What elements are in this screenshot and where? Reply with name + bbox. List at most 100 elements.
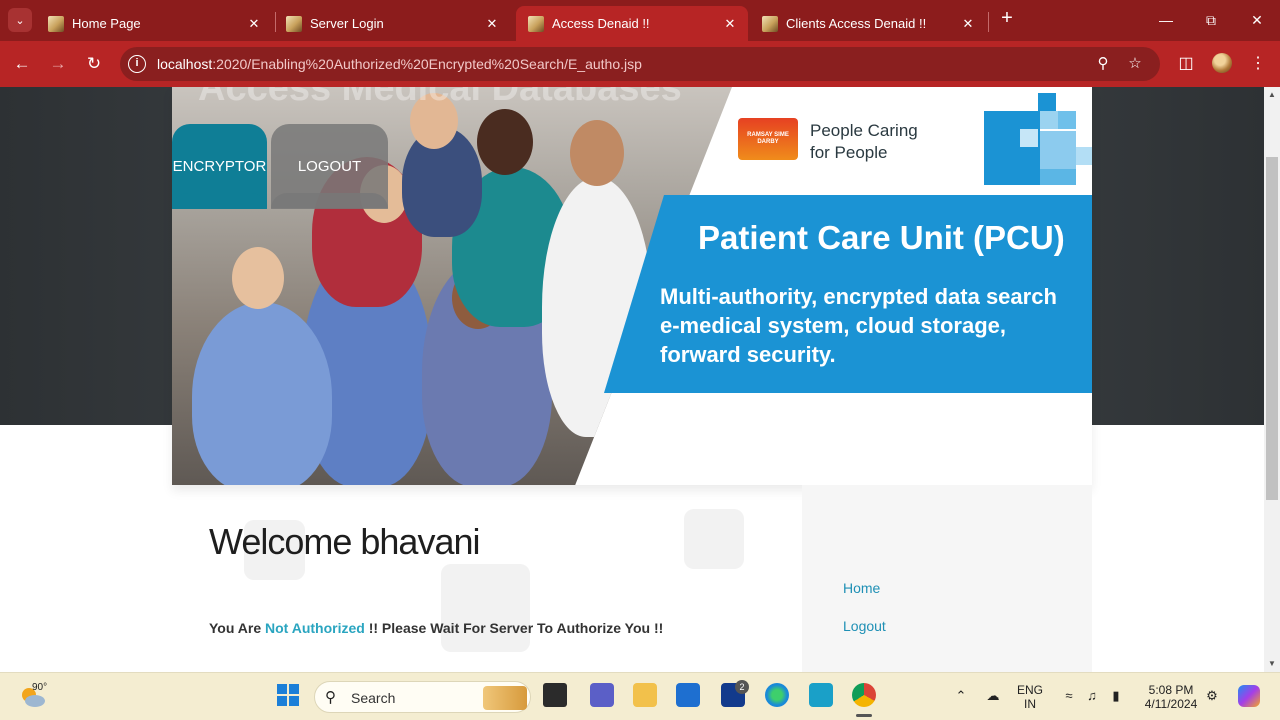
lang-line-2: IN: [1024, 697, 1036, 711]
banner-tagline: People Caring for People: [810, 120, 918, 164]
tab-favicon-icon: [48, 15, 64, 32]
tab-title: Home Page: [72, 16, 141, 31]
tagline-line-1: People Caring: [810, 121, 918, 140]
copilot-icon[interactable]: [1238, 685, 1260, 707]
key-icon[interactable]: ⚲: [1093, 54, 1113, 74]
profile-avatar[interactable]: [1212, 53, 1232, 73]
clock-time: 5:08 PM: [1148, 683, 1194, 697]
close-icon[interactable]: ✕: [720, 14, 740, 34]
tab-favicon-icon: [762, 15, 778, 32]
browser-toolbar: ← → ↻ i localhost:2020/Enabling%20Author…: [0, 41, 1280, 87]
close-icon[interactable]: ✕: [482, 14, 502, 34]
reload-button[interactable]: ↻: [80, 50, 108, 78]
back-button[interactable]: ←: [8, 50, 36, 78]
scrollbar-thumb[interactable]: [1266, 157, 1278, 500]
encryptor-label: ENCRYPTOR: [172, 157, 267, 175]
address-bar[interactable]: i localhost:2020/Enabling%20Authorized%2…: [120, 47, 1160, 81]
store-icon[interactable]: [676, 683, 700, 707]
edge-icon[interactable]: [765, 683, 789, 707]
volume-icon[interactable]: ♫: [1083, 687, 1101, 705]
notice-suffix: !! Please Wait For Server To Authorize Y…: [364, 620, 664, 636]
tab-favicon-icon: [286, 15, 302, 32]
reload-icon: ↻: [86, 54, 102, 73]
notice-highlight: Not Authorized: [265, 620, 365, 636]
tab-title: Access Denaid !!: [552, 16, 650, 31]
logout-tab-edge: [271, 193, 388, 209]
forward-button[interactable]: →: [44, 50, 72, 78]
close-window-button[interactable]: ✕: [1234, 6, 1280, 34]
wifi-icon[interactable]: ≈: [1060, 687, 1078, 705]
windows-icon: [277, 684, 299, 706]
taskbar-search[interactable]: ⚲ Search: [314, 681, 531, 713]
scroll-up-icon[interactable]: ▲: [1264, 88, 1280, 102]
sidebar: Home Logout: [802, 485, 1092, 672]
language-indicator[interactable]: ENG IN: [1014, 683, 1046, 711]
restore-button[interactable]: ⧉: [1188, 6, 1234, 34]
chevron-down-icon: ⌄: [15, 14, 25, 27]
page-viewport: Access Medical Databases RAMSAY SIME DAR…: [0, 87, 1264, 672]
notification-badge: 2: [735, 680, 749, 694]
arrow-right-icon: →: [49, 54, 67, 73]
tab-home-page[interactable]: Home Page ✕: [36, 6, 272, 41]
logo-text: RAMSAY SIME DARBY: [747, 132, 789, 145]
tagline-line-2: for People: [810, 143, 888, 162]
onedrive-icon[interactable]: ☁: [984, 687, 1002, 705]
banner-faded-heading: Access Medical Databases: [198, 87, 682, 109]
logout-nav-label: LOGOUT: [297, 157, 362, 175]
side-panel-icon[interactable]: ◫: [1175, 53, 1197, 75]
windows-taskbar: 90° ⚲ Search ⌃ ☁ ENG IN ≈ ♫ ▮ 5:08 PM 4/…: [0, 672, 1280, 720]
chrome-icon[interactable]: [852, 683, 876, 707]
search-highlight-icon: [483, 686, 527, 710]
placeholder-box: [684, 509, 744, 569]
tab-server-login[interactable]: Server Login ✕: [274, 6, 510, 41]
placeholder-box: [441, 564, 530, 652]
minimize-button[interactable]: —: [1143, 6, 1189, 34]
tab-search-button[interactable]: ⌄: [8, 8, 32, 32]
lang-line-1: ENG: [1016, 683, 1043, 697]
start-button[interactable]: [276, 683, 300, 707]
search-icon: ⚲: [325, 689, 336, 706]
authorization-notice: You Are Not Authorized !! Please Wait Fo…: [209, 620, 663, 636]
new-tab-button[interactable]: +: [996, 8, 1018, 30]
star-icon[interactable]: ☆: [1125, 54, 1145, 74]
sidebar-link-logout[interactable]: Logout: [843, 618, 886, 634]
tab-strip: ⌄ Home Page ✕ Server Login ✕ Access Dena…: [0, 0, 1280, 41]
close-icon[interactable]: ✕: [958, 14, 978, 34]
url-host: localhost: [157, 56, 213, 72]
clock[interactable]: 5:08 PM 4/11/2024: [1140, 683, 1202, 711]
battery-icon[interactable]: ▮: [1107, 687, 1125, 705]
weather-temperature: 90°: [32, 682, 48, 693]
menu-icon[interactable]: ⋮: [1247, 53, 1269, 75]
ramsay-logo: RAMSAY SIME DARBY: [738, 118, 798, 160]
notice-prefix: You Are: [209, 620, 266, 636]
scroll-down-icon[interactable]: ▼: [1264, 657, 1280, 671]
subtitle-line-3: forward security.: [660, 342, 836, 367]
clock-date: 4/11/2024: [1144, 697, 1198, 711]
subtitle-line-1: Multi-authority, encrypted data search: [660, 284, 1057, 309]
sidebar-link-home[interactable]: Home: [843, 580, 880, 596]
welcome-heading: Welcome bhavani: [209, 521, 480, 562]
subtitle-line-2: e-medical system, cloud storage,: [660, 313, 1007, 338]
task-view-icon[interactable]: [543, 683, 567, 707]
tab-favicon-icon: [528, 15, 544, 32]
tab-access-denied[interactable]: Access Denaid !! ✕: [516, 6, 748, 41]
cortana-icon[interactable]: [809, 683, 833, 707]
tab-separator: [988, 12, 989, 32]
tab-title: Server Login: [310, 16, 384, 31]
arrow-left-icon: ←: [13, 54, 31, 73]
active-app-indicator: [856, 714, 872, 717]
tab-title: Clients Access Denaid !!: [786, 16, 927, 31]
banner-title: Patient Care Unit (PCU): [698, 219, 1065, 256]
url-text: localhost:2020/Enabling%20Authorized%20E…: [157, 56, 642, 72]
search-label: Search: [351, 690, 396, 706]
site-info-icon[interactable]: i: [128, 55, 146, 73]
notification-icon[interactable]: ⚙: [1203, 687, 1221, 705]
close-icon[interactable]: ✕: [244, 14, 264, 34]
encryptor-tab-edge: [172, 193, 267, 209]
banner-subtitle: Multi-authority, encrypted data search e…: [660, 282, 1057, 369]
file-explorer-icon[interactable]: [633, 683, 657, 707]
teams-icon[interactable]: [590, 683, 614, 707]
tab-clients-access-denied[interactable]: Clients Access Denaid !! ✕: [750, 6, 986, 41]
tray-overflow-icon[interactable]: ⌃: [952, 687, 970, 705]
url-path: :2020/Enabling%20Authorized%20Encrypted%…: [212, 56, 642, 72]
